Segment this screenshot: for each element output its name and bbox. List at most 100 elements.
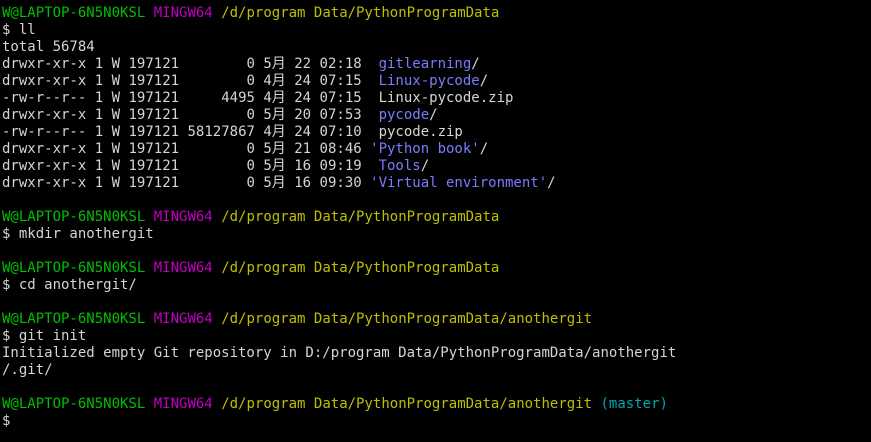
- command-line: $: [2, 413, 869, 430]
- listing-row: drwxr-xr-x 1 W 197121 0 5月 16 09:19 Tool…: [2, 158, 869, 175]
- listing-size: 0: [187, 107, 255, 123]
- listing-owner: W: [111, 175, 121, 191]
- prompt-msystem: MINGW64: [153, 311, 213, 327]
- listing-row: drwxr-xr-x 1 W 197121 0 5月 22 02:18 gitl…: [2, 56, 869, 73]
- listing-day: 16: [294, 175, 312, 191]
- listing-row: drwxr-xr-x 1 W 197121 0 4月 24 07:15 Linu…: [2, 73, 869, 90]
- prompt-path: /d/program Data/PythonProgramData: [221, 260, 500, 276]
- listing-perms: drwxr-xr-x: [2, 107, 87, 123]
- prompt-user-host: W@LAPTOP-6N5N0KSL: [2, 396, 146, 412]
- listing-month: 5月: [263, 56, 286, 72]
- command-line: $ mkdir anothergit: [2, 226, 869, 243]
- listing-time: 07:15: [319, 90, 362, 106]
- prompt-path: /d/program Data/PythonProgramData: [221, 209, 500, 225]
- listing-month: 4月: [263, 90, 286, 106]
- listing-group: 197121: [128, 175, 180, 191]
- directory-name: gitlearning: [378, 56, 472, 72]
- listing-month: 4月: [263, 124, 286, 140]
- listing-perms: -rw-r--r--: [2, 90, 87, 106]
- command-line: $ cd anothergit/: [2, 277, 869, 294]
- listing-group: 197121: [128, 56, 180, 72]
- listing-suffix: /: [479, 141, 489, 157]
- output-text: total 56784: [2, 39, 95, 55]
- prompt-branch: (master): [600, 396, 668, 412]
- prompt-path: /d/program Data/PythonProgramData: [221, 5, 500, 21]
- command-text: $ cd anothergit/: [2, 277, 137, 293]
- output-text: /.git/: [2, 362, 53, 378]
- listing-time: 02:18: [319, 56, 362, 72]
- listing-time: 08:46: [319, 141, 362, 157]
- listing-row: drwxr-xr-x 1 W 197121 0 5月 21 08:46 'Pyt…: [2, 141, 869, 158]
- listing-owner: W: [111, 107, 121, 123]
- command-text: $ mkdir anothergit: [2, 226, 154, 242]
- terminal-window[interactable]: W@LAPTOP-6N5N0KSL MINGW64 /d/program Dat…: [2, 5, 869, 430]
- listing-size: 0: [187, 56, 255, 72]
- listing-day: 24: [294, 90, 312, 106]
- listing-suffix: /: [420, 158, 430, 174]
- listing-row: -rw-r--r-- 1 W 197121 58127867 4月 24 07:…: [2, 124, 869, 141]
- directory-name: Linux-pycode: [378, 73, 480, 89]
- listing-day: 22: [294, 56, 312, 72]
- listing-group: 197121: [128, 141, 180, 157]
- listing-row: -rw-r--r-- 1 W 197121 4495 4月 24 07:15 L…: [2, 90, 869, 107]
- listing-links: 1: [94, 73, 104, 89]
- prompt-msystem: MINGW64: [153, 260, 213, 276]
- listing-suffix: /: [471, 56, 480, 72]
- listing-perms: drwxr-xr-x: [2, 141, 87, 157]
- prompt-user-host: W@LAPTOP-6N5N0KSL: [2, 311, 146, 327]
- listing-links: 1: [94, 175, 104, 191]
- listing-day: 20: [294, 107, 312, 123]
- listing-perms: drwxr-xr-x: [2, 56, 87, 72]
- prompt-msystem: MINGW64: [153, 396, 213, 412]
- listing-owner: W: [111, 158, 121, 174]
- listing-size: 0: [187, 158, 255, 174]
- listing-suffix: /: [547, 175, 556, 191]
- listing-perms: drwxr-xr-x: [2, 73, 87, 89]
- listing-group: 197121: [128, 90, 180, 106]
- listing-size: 4495: [187, 90, 255, 106]
- directory-name: 'Python book': [370, 141, 480, 157]
- listing-links: 1: [94, 124, 104, 140]
- listing-perms: drwxr-xr-x: [2, 175, 87, 191]
- listing-time: 07:10: [319, 124, 362, 140]
- listing-time: 07:15: [319, 73, 362, 89]
- listing-day: 24: [294, 73, 312, 89]
- listing-links: 1: [94, 141, 104, 157]
- prompt-msystem: MINGW64: [153, 5, 213, 21]
- listing-day: 16: [294, 158, 312, 174]
- listing-month: 5月: [263, 107, 286, 123]
- command-text: $: [2, 413, 11, 429]
- listing-size: 0: [187, 175, 255, 191]
- prompt-user-host: W@LAPTOP-6N5N0KSL: [2, 260, 146, 276]
- output-text: Initialized empty Git repository in D:/p…: [2, 345, 677, 361]
- prompt-msystem: MINGW64: [153, 209, 213, 225]
- listing-links: 1: [94, 56, 104, 72]
- listing-size: 0: [187, 141, 255, 157]
- listing-owner: W: [111, 141, 121, 157]
- listing-links: 1: [94, 107, 104, 123]
- file-name: Linux-pycode.zip: [378, 90, 514, 106]
- prompt-line: W@LAPTOP-6N5N0KSL MINGW64 /d/program Dat…: [2, 209, 869, 226]
- listing-suffix: /: [429, 107, 438, 123]
- listing-month: 5月: [263, 141, 286, 157]
- listing-size: 0: [187, 73, 255, 89]
- listing-month: 5月: [263, 158, 286, 174]
- listing-perms: -rw-r--r--: [2, 124, 87, 140]
- output-line: /.git/: [2, 362, 869, 379]
- listing-owner: W: [111, 90, 121, 106]
- listing-links: 1: [94, 90, 104, 106]
- directory-name: 'Virtual environment': [370, 175, 548, 191]
- listing-group: 197121: [128, 124, 180, 140]
- prompt-path: /d/program Data/PythonProgramData/anothe…: [221, 311, 593, 327]
- file-name: pycode.zip: [378, 124, 463, 140]
- prompt-line: W@LAPTOP-6N5N0KSL MINGW64 /d/program Dat…: [2, 396, 869, 413]
- listing-month: 5月: [263, 175, 286, 191]
- listing-suffix: /: [479, 73, 489, 89]
- prompt-user-host: W@LAPTOP-6N5N0KSL: [2, 5, 146, 21]
- listing-group: 197121: [128, 73, 180, 89]
- listing-perms: drwxr-xr-x: [2, 158, 87, 174]
